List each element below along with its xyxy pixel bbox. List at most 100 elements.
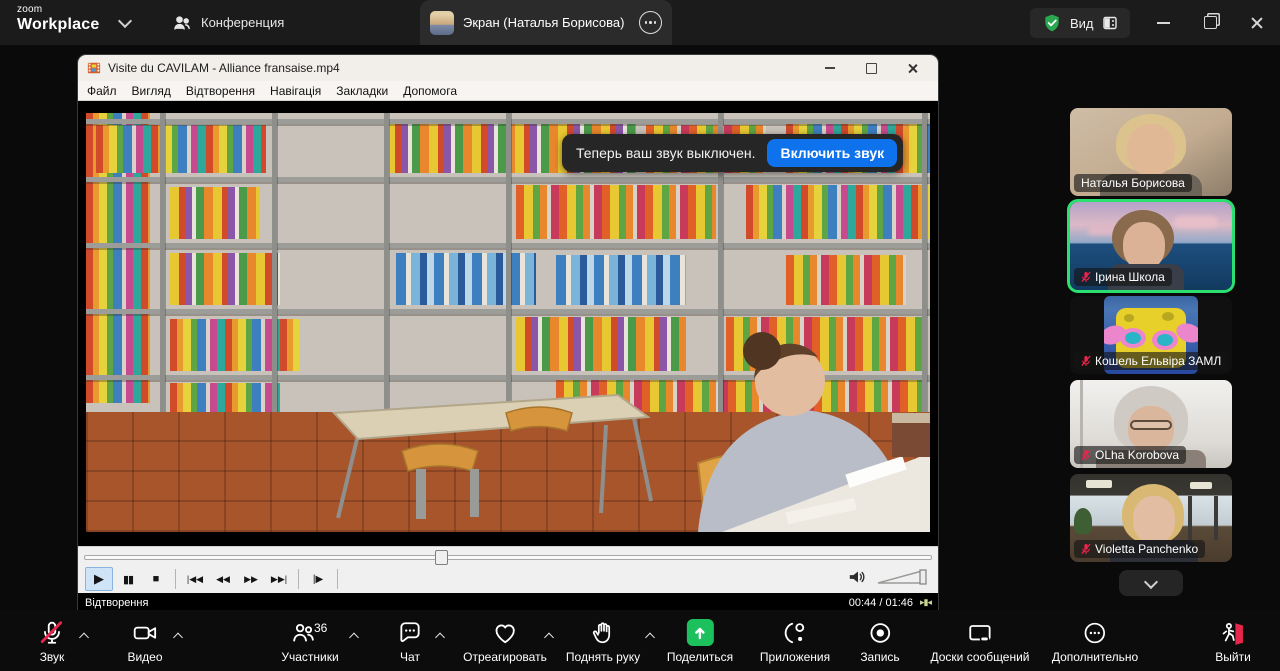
stop-button[interactable]: ■	[143, 568, 169, 590]
glasses-right	[1152, 330, 1178, 350]
participants-button[interactable]: 36 Участники	[281, 619, 338, 664]
menu-playback[interactable]: Відтворення	[186, 84, 255, 98]
layout-grid-icon	[1102, 15, 1118, 31]
player-menu-bar: Файл Вигляд Відтворення Навігація Заклад…	[78, 81, 938, 101]
participant-name: OLha Korobova	[1095, 448, 1179, 462]
status-icon: ▸▮◂	[920, 597, 931, 608]
player-minimize-button[interactable]	[813, 55, 847, 81]
view-menu-button[interactable]: Вид	[1030, 8, 1130, 38]
menu-navigation[interactable]: Навігація	[270, 84, 321, 98]
ceiling-light	[1190, 482, 1212, 489]
film-icon	[87, 61, 101, 75]
raise-hand-options-chevron[interactable]	[647, 628, 654, 646]
plant	[1074, 508, 1092, 534]
player-maximize-button[interactable]	[854, 55, 888, 81]
participants-options-chevron[interactable]	[351, 628, 358, 646]
fast-forward-button[interactable]: ▶▶	[238, 568, 264, 590]
player-close-button[interactable]	[895, 55, 929, 81]
divider	[298, 569, 299, 589]
zoom-meeting-window: zoom Workplace Конференция Экран (Наталь…	[0, 0, 1280, 671]
chat-icon	[397, 620, 423, 646]
window-minimize-button[interactable]	[1142, 0, 1184, 45]
record-button-label: Запись	[860, 650, 899, 664]
meeting-toolbar: Звук Видео 36 Участники Чат	[0, 610, 1280, 671]
audio-button[interactable]: Звук	[39, 619, 65, 664]
whiteboards-button[interactable]: Доски сообщений	[930, 619, 1029, 664]
mic-muted-icon	[39, 620, 65, 646]
raise-hand-button[interactable]: Поднять руку	[566, 619, 640, 664]
participant-name: Наталья Борисова	[1081, 176, 1185, 190]
participant-tile[interactable]: Кошель Ельвіра ЗАМЛ	[1070, 296, 1232, 374]
share-screen-button-label: Поделиться	[667, 650, 733, 664]
skip-forward-button[interactable]: ▶▶|	[266, 568, 292, 590]
unmute-button[interactable]: Включить звук	[767, 139, 897, 167]
menu-file[interactable]: Файл	[87, 84, 117, 98]
player-title-bar: Visite du CAVILAM - Alliance fransaise.m…	[78, 55, 938, 81]
chevron-down-icon[interactable]	[118, 14, 132, 28]
audio-options-chevron[interactable]	[81, 628, 88, 646]
seek-thumb[interactable]	[435, 550, 448, 565]
video-frame-library-scene	[86, 113, 930, 532]
audio-button-label: Звук	[40, 650, 65, 664]
play-button[interactable]: ▶	[85, 567, 113, 591]
apps-button[interactable]: Приложения	[760, 619, 830, 664]
frame-step-button[interactable]: |▶	[305, 568, 331, 590]
pause-button[interactable]: ▮▮	[115, 568, 141, 590]
participant-name-badge: Violetta Panchenko	[1074, 540, 1205, 558]
record-button[interactable]: Запись	[860, 619, 899, 664]
react-options-chevron[interactable]	[546, 628, 553, 646]
chat-options-chevron[interactable]	[437, 628, 444, 646]
menu-help[interactable]: Допомога	[403, 84, 457, 98]
tab-conference[interactable]: Конференция	[172, 0, 284, 45]
more-ellipsis-icon	[1082, 620, 1108, 646]
seek-track[interactable]	[84, 555, 932, 560]
video-options-chevron[interactable]	[175, 628, 182, 646]
share-screen-button[interactable]: Поделиться	[667, 619, 733, 664]
window-close-button[interactable]	[1236, 0, 1278, 45]
player-status-bar: Відтворення 00:44 / 01:46 ▸▮◂	[78, 593, 938, 610]
volume-slider[interactable]	[876, 568, 928, 586]
presenter-avatar	[430, 11, 454, 35]
logo-workplace-text: Workplace	[17, 17, 99, 33]
window-restore-button[interactable]	[1189, 0, 1231, 45]
participant-tile-active-speaker[interactable]: Ірина Школа	[1070, 202, 1232, 290]
tab-conference-label: Конференция	[201, 15, 284, 30]
time-display: 00:44 / 01:46	[849, 597, 913, 609]
muted-mic-icon	[1081, 271, 1091, 283]
collapse-participants-button[interactable]	[1119, 570, 1183, 596]
cloud	[1174, 216, 1218, 228]
cartoon-spot	[1124, 314, 1134, 322]
raise-hand-button-label: Поднять руку	[566, 650, 640, 664]
skip-back-button[interactable]: |◀◀	[182, 568, 208, 590]
participant-tile[interactable]: OLha Korobova	[1070, 380, 1232, 468]
menu-view[interactable]: Вигляд	[132, 84, 171, 98]
transport-controls: ▶ ▮▮ ■ |◀◀ ◀◀ ▶▶ ▶▶| |▶	[78, 565, 938, 593]
logo-zoom-text: zoom	[17, 5, 99, 15]
toast-message: Теперь ваш звук выключен.	[576, 145, 755, 161]
volume-controls	[848, 568, 928, 586]
people-icon	[172, 13, 192, 33]
chat-button[interactable]: Чат	[397, 619, 423, 664]
more-button[interactable]: Дополнительно	[1052, 619, 1138, 664]
leave-button-label: Выйти	[1215, 650, 1251, 664]
tab-options-icon[interactable]	[639, 11, 662, 34]
menu-bookmarks[interactable]: Закладки	[336, 84, 388, 98]
react-button[interactable]: Отреагировать	[463, 619, 547, 664]
leave-button[interactable]: Выйти	[1215, 619, 1251, 664]
apps-button-label: Приложения	[760, 650, 830, 664]
close-icon	[1250, 16, 1264, 30]
seek-bar[interactable]	[78, 546, 938, 565]
participant-tile[interactable]: Violetta Panchenko	[1070, 474, 1232, 562]
shared-screen-area: Visite du CAVILAM - Alliance fransaise.m…	[0, 45, 1280, 610]
tab-shared-screen[interactable]: Экран (Наталья Борисова)	[420, 0, 672, 45]
participant-tile[interactable]: Наталья Борисова	[1070, 108, 1232, 196]
video-button[interactable]: Видео	[127, 619, 162, 664]
glasses	[1130, 420, 1172, 430]
participants-button-label: Участники	[281, 650, 338, 664]
rewind-button[interactable]: ◀◀	[210, 568, 236, 590]
ceiling-light	[1086, 480, 1112, 488]
participants-count: 36	[314, 621, 327, 635]
participants-icon	[290, 620, 316, 646]
participant-face	[1133, 496, 1175, 544]
glasses-left	[1120, 328, 1146, 348]
